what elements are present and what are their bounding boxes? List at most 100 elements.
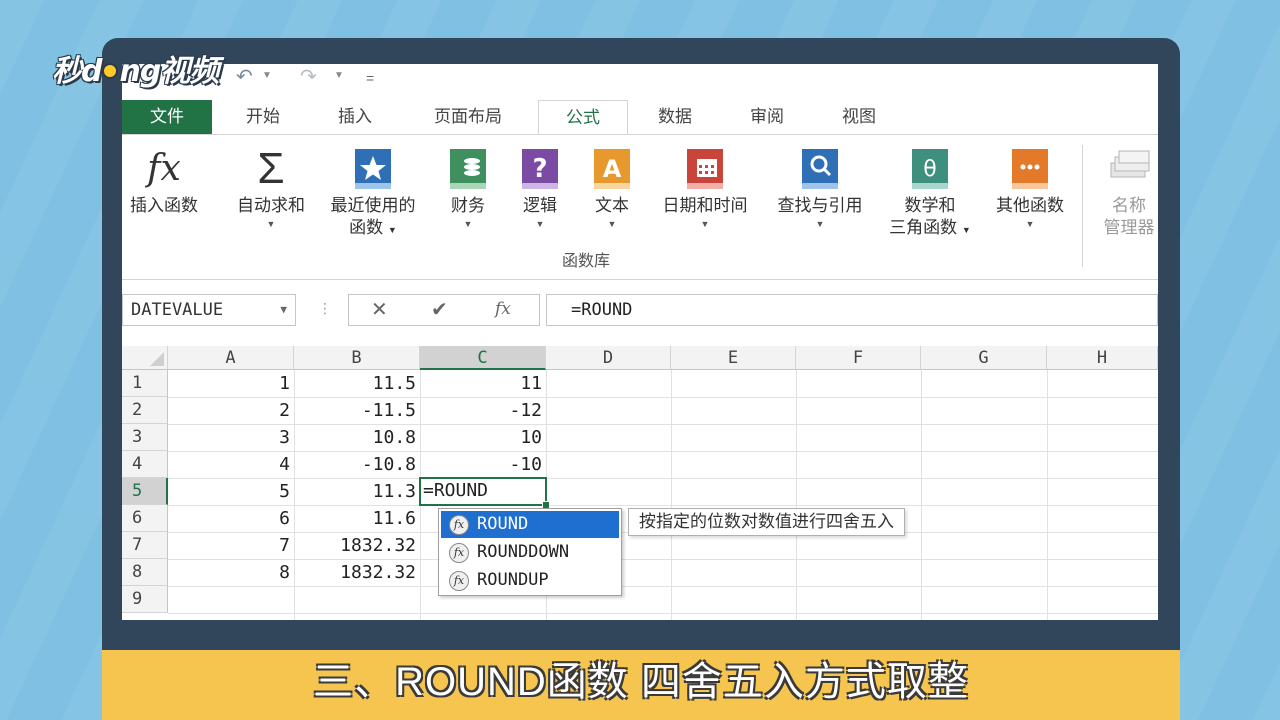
cell-a1[interactable]: 1 — [168, 370, 294, 397]
cell-b6[interactable]: 11.6 — [294, 505, 420, 532]
tab-view[interactable]: 视图 — [822, 100, 896, 134]
grid-line — [1047, 370, 1048, 620]
formula-bar: DATEVALUE ▼ ⋮ ✕ ✔ fx =ROUND — [122, 290, 1158, 330]
function-autocomplete-list: fx ROUND fx ROUNDDOWN fx ROUNDUP — [438, 508, 622, 596]
fx-icon: fx — [147, 148, 181, 189]
worksheet-grid[interactable]: A B C D E F G H 1 2 3 4 5 6 7 8 9 1 2 3 … — [122, 346, 1158, 620]
more-book-icon — [986, 143, 1074, 195]
text-button[interactable]: A 文本 ▼ — [582, 143, 642, 231]
name-manager-icon — [1094, 143, 1158, 195]
ribbon-separator — [1082, 145, 1083, 267]
svg-text:?: ? — [532, 154, 547, 184]
function-icon: fx — [449, 571, 469, 591]
cell-a2[interactable]: 2 — [168, 397, 294, 424]
cell-c4[interactable]: -10 — [420, 451, 546, 478]
enter-icon[interactable]: ✔ — [431, 297, 448, 322]
row-header-6[interactable]: 6 — [122, 505, 168, 532]
tab-file[interactable]: 文件 — [122, 100, 212, 134]
logical-button[interactable]: ? 逻辑 ▼ — [510, 143, 570, 231]
date-time-button[interactable]: 日期和时间 ▼ — [650, 143, 760, 231]
insert-function-icon[interactable]: fx — [495, 299, 511, 319]
cell-b7[interactable]: 1832.32 — [294, 532, 420, 559]
undo-icon[interactable]: ↶ — [236, 64, 253, 89]
cell-b1[interactable]: 11.5 — [294, 370, 420, 397]
subtitle-bar: 三、ROUND函数 四舍五入方式取整 — [102, 650, 1180, 720]
select-all-corner[interactable] — [122, 346, 168, 370]
cell-c3[interactable]: 10 — [420, 424, 546, 451]
tab-data[interactable]: 数据 — [638, 100, 712, 134]
redo-dropdown-icon[interactable]: ▼ — [334, 70, 344, 81]
autocomplete-item[interactable]: fx ROUNDUP — [441, 567, 619, 594]
cell-a5[interactable]: 5 — [168, 478, 294, 505]
column-header-c[interactable]: C — [420, 346, 546, 370]
subtitle-text: 三、ROUND函数 四舍五入方式取整 — [313, 660, 969, 704]
cell-a8[interactable]: 8 — [168, 559, 294, 586]
row-header-7[interactable]: 7 — [122, 532, 168, 559]
cell-b3[interactable]: 10.8 — [294, 424, 420, 451]
financial-button[interactable]: 财务 ▼ — [436, 143, 500, 231]
autosum-button[interactable]: Σ 自动求和 ▼ — [228, 143, 314, 231]
lookup-reference-button[interactable]: 查找与引用 ▼ — [766, 143, 874, 231]
column-header-b[interactable]: B — [294, 346, 420, 370]
more-functions-button[interactable]: 其他函数 ▼ — [986, 143, 1074, 231]
tab-home[interactable]: 开始 — [222, 100, 304, 134]
cancel-icon[interactable]: ✕ — [371, 297, 388, 322]
tab-review[interactable]: 审阅 — [730, 100, 804, 134]
grid-line — [168, 613, 1158, 614]
row-header-4[interactable]: 4 — [122, 451, 168, 478]
star-book-icon — [320, 143, 426, 195]
ribbon-tabs: 文件 开始 插入 页面布局 公式 数据 审阅 视图 — [122, 100, 1158, 134]
math-trig-button[interactable]: θ 数学和 三角函数 ▼ — [878, 143, 982, 241]
column-header-g[interactable]: G — [921, 346, 1047, 370]
svg-text:θ: θ — [923, 157, 936, 182]
function-icon: fx — [449, 543, 469, 563]
tab-page-layout[interactable]: 页面布局 — [410, 100, 526, 134]
cell-a3[interactable]: 3 — [168, 424, 294, 451]
financial-book-icon — [436, 143, 500, 195]
cell-c5-editing[interactable]: =ROUND — [419, 477, 550, 509]
formula-bar-grip[interactable]: ⋮ — [318, 300, 332, 317]
theta-book-icon: θ — [878, 143, 982, 195]
column-header-h[interactable]: H — [1047, 346, 1158, 370]
column-header-d[interactable]: D — [546, 346, 671, 370]
autocomplete-item[interactable]: fx ROUND — [441, 511, 619, 538]
cell-a6[interactable]: 6 — [168, 505, 294, 532]
customize-quick-access-icon[interactable]: = — [366, 70, 374, 86]
redo-icon[interactable]: ↷ — [300, 64, 317, 89]
name-manager-button[interactable]: 名称 管理器 — [1094, 143, 1158, 239]
function-tooltip: 按指定的位数对数值进行四舍五入 — [628, 508, 905, 536]
tab-formulas[interactable]: 公式 — [538, 100, 628, 134]
grid-line — [796, 370, 797, 620]
cell-c1[interactable]: 11 — [420, 370, 546, 397]
formula-input[interactable]: =ROUND — [546, 294, 1158, 326]
cell-b5[interactable]: 11.3 — [294, 478, 420, 505]
insert-function-button[interactable]: fx 插入函数 — [122, 143, 206, 217]
cell-c2[interactable]: -12 — [420, 397, 546, 424]
row-header-8[interactable]: 8 — [122, 559, 168, 586]
cell-a7[interactable]: 7 — [168, 532, 294, 559]
column-header-e[interactable]: E — [671, 346, 796, 370]
column-header-a[interactable]: A — [168, 346, 294, 370]
row-header-5[interactable]: 5 — [122, 478, 168, 505]
autocomplete-item[interactable]: fx ROUNDDOWN — [441, 539, 619, 566]
undo-dropdown-icon[interactable]: ▼ — [262, 70, 272, 81]
column-header-f[interactable]: F — [796, 346, 921, 370]
excel-window: 文件 开始 插入 页面布局 公式 数据 审阅 视图 fx 插入函数 Σ 自动求和… — [122, 64, 1158, 620]
recently-used-button[interactable]: 最近使用的 函数 ▼ — [320, 143, 426, 241]
row-header-9[interactable]: 9 — [122, 586, 168, 613]
row-header-3[interactable]: 3 — [122, 424, 168, 451]
magnifier-book-icon — [766, 143, 874, 195]
cell-b2[interactable]: -11.5 — [294, 397, 420, 424]
calendar-book-icon — [650, 143, 760, 195]
name-box[interactable]: DATEVALUE ▼ — [122, 294, 296, 326]
tab-insert[interactable]: 插入 — [318, 100, 392, 134]
svg-text:A: A — [603, 155, 622, 183]
row-header-2[interactable]: 2 — [122, 397, 168, 424]
cell-b8[interactable]: 1832.32 — [294, 559, 420, 586]
ribbon-formulas: fx 插入函数 Σ 自动求和 ▼ 最近使用的 函数 ▼ 财务 ▼ ? 逻辑 ▼ … — [122, 134, 1158, 280]
play-icon — [102, 62, 119, 79]
grid-line — [921, 370, 922, 620]
cell-b4[interactable]: -10.8 — [294, 451, 420, 478]
cell-a4[interactable]: 4 — [168, 451, 294, 478]
row-header-1[interactable]: 1 — [122, 370, 168, 397]
